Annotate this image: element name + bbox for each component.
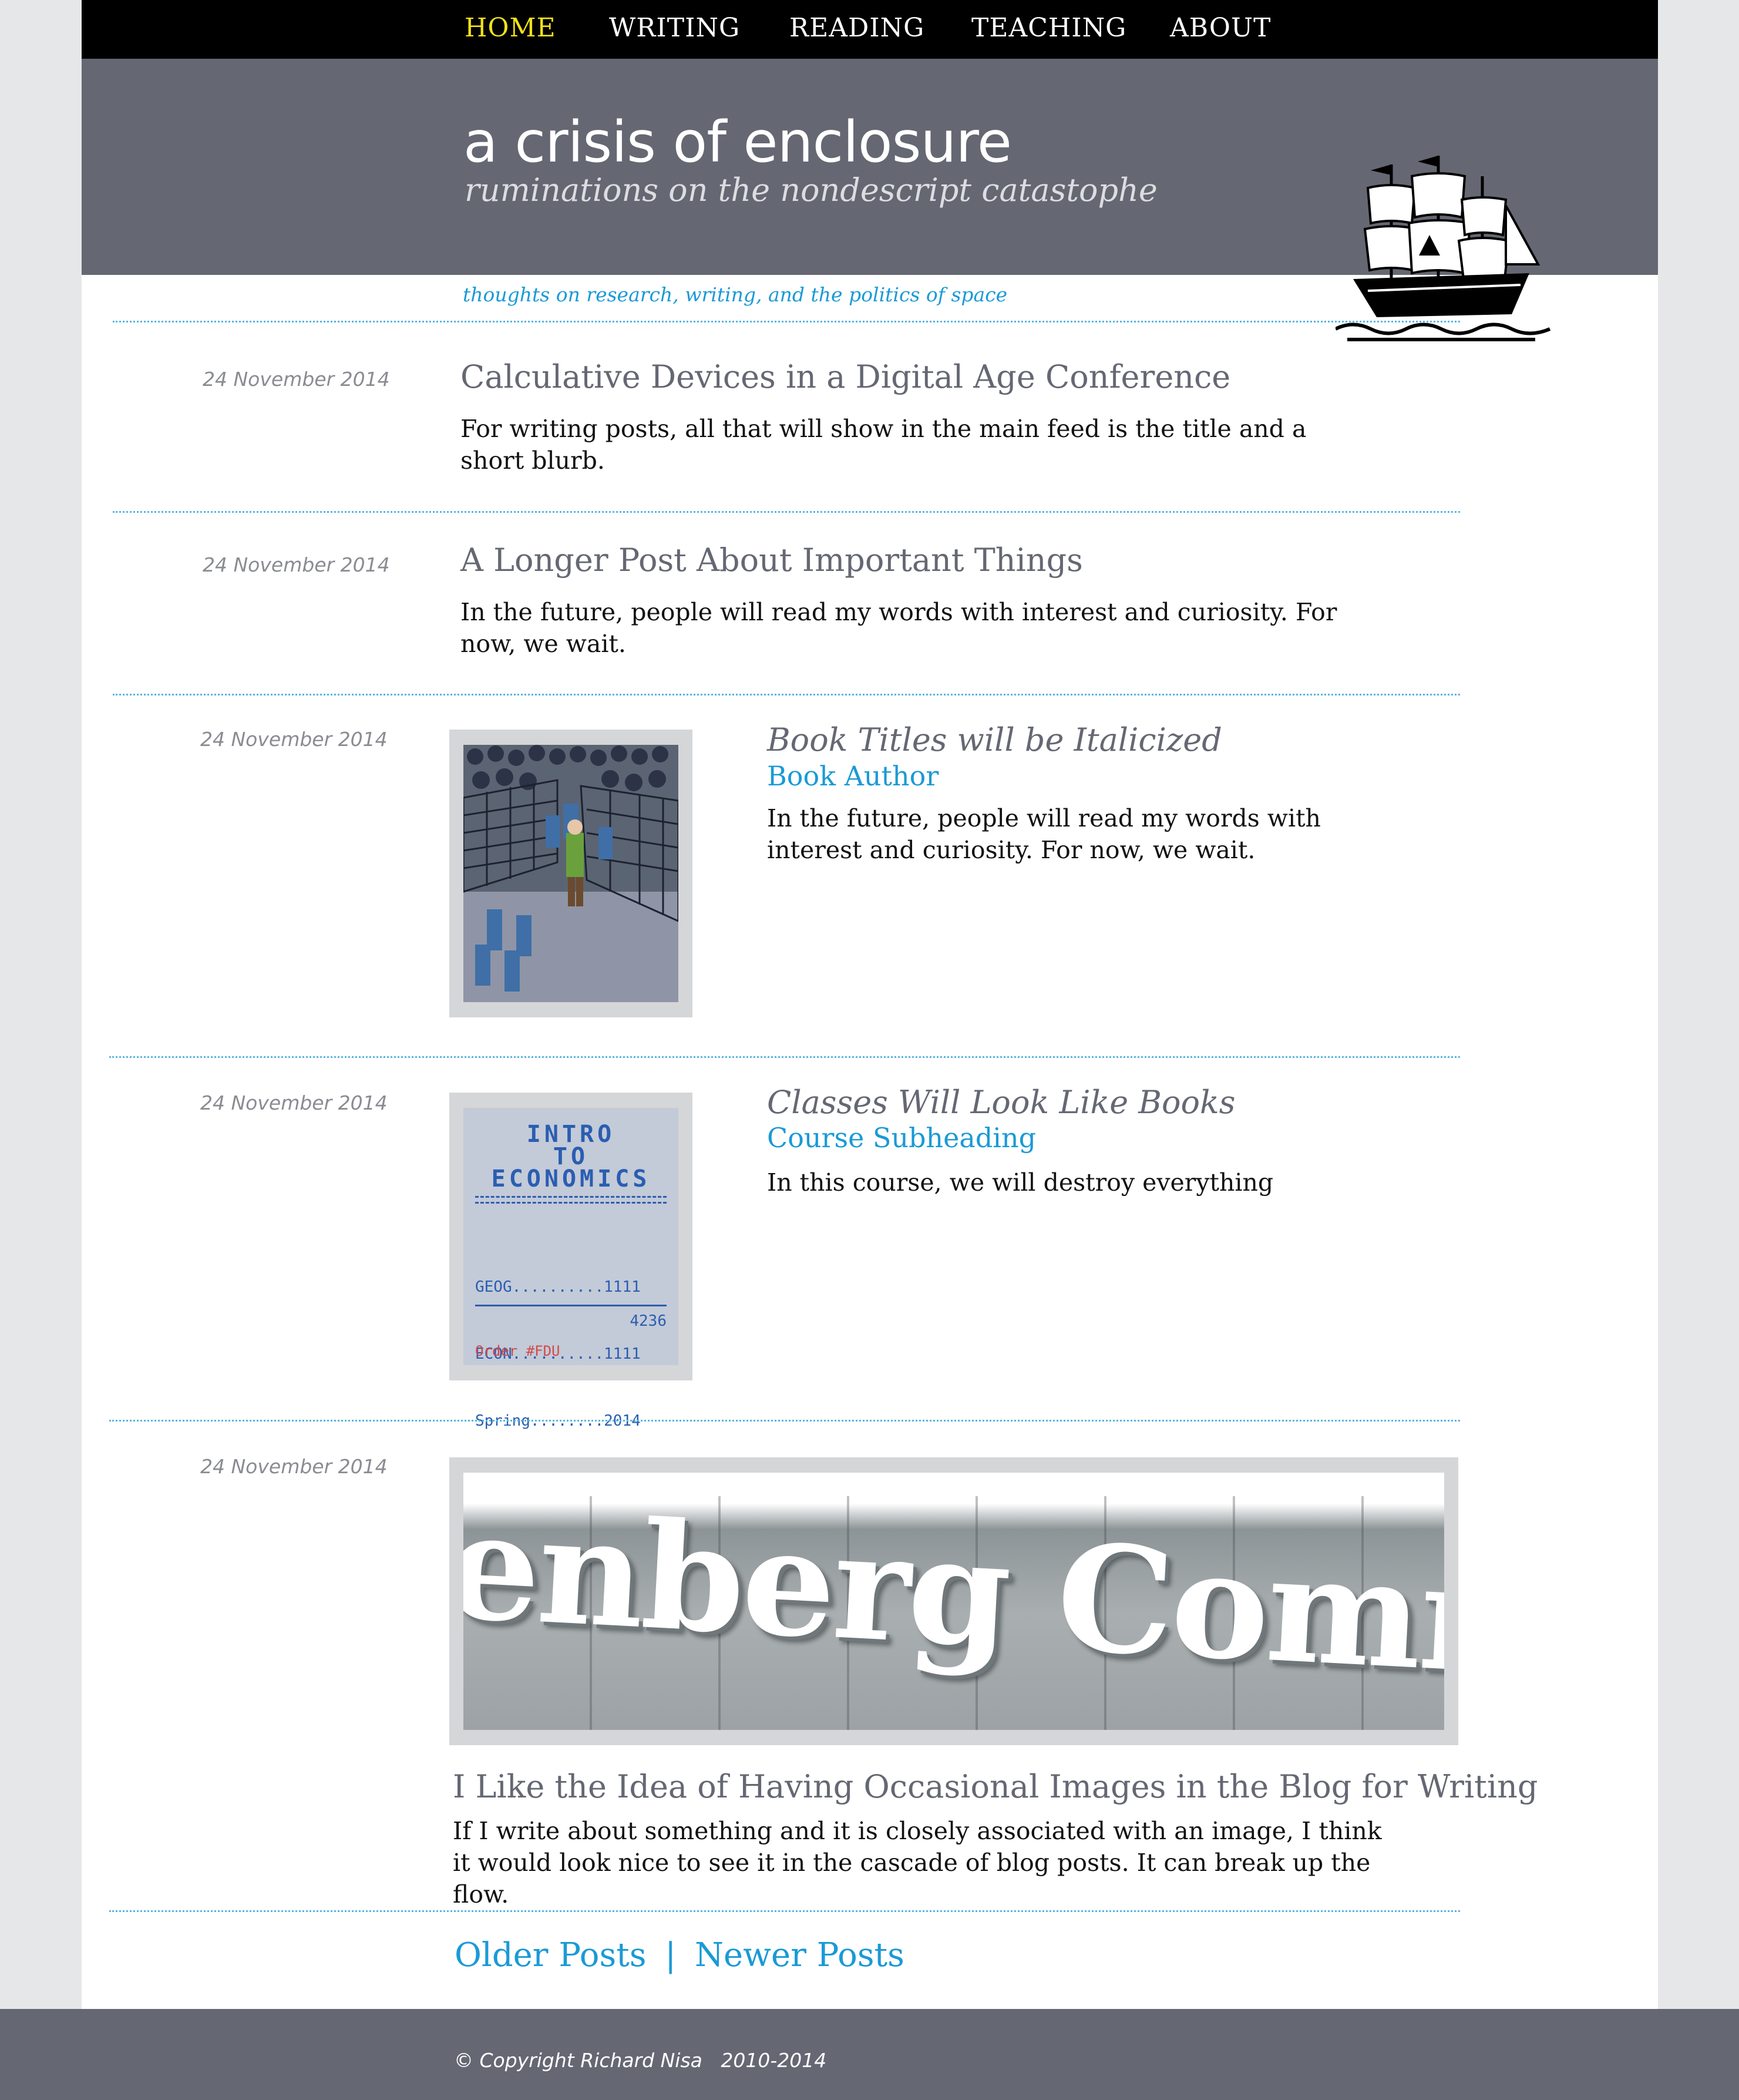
post-date: 24 November 2014 — [200, 1091, 388, 1114]
newer-posts-link[interactable]: Newer Posts — [695, 1936, 904, 1974]
post-date: 24 November 2014 — [203, 368, 390, 391]
post-date: 24 November 2014 — [200, 728, 388, 751]
course-title-link[interactable]: Classes Will Look Like Books — [767, 1084, 1235, 1121]
cover-line: ECONOMICS — [491, 1165, 651, 1192]
nav-about[interactable]: ABOUT — [1170, 13, 1271, 43]
site-footer — [0, 2009, 1739, 2100]
nav-home[interactable]: HOME — [465, 13, 556, 43]
cover-order: Order #FDU — [475, 1343, 560, 1359]
cover-row: GEOG..........1111 — [475, 1278, 641, 1296]
post-date: 24 November 2014 — [200, 1455, 388, 1478]
site-tagline: thoughts on research, writing, and the p… — [463, 283, 1008, 306]
site-title[interactable]: a crisis of enclosure — [463, 109, 1012, 175]
post-title-link[interactable]: I Like the Idea of Having Occasional Ima… — [453, 1768, 1538, 1805]
top-navigation: HOME WRITING READING TEACHING ABOUT — [82, 0, 1658, 59]
post-blurb: In this course, we will destroy everythi… — [767, 1168, 1274, 1197]
course-subheading[interactable]: Course Subheading — [767, 1122, 1036, 1154]
cover-line: TO — [553, 1143, 589, 1170]
post-blurb: If I write about something and it is clo… — [453, 1817, 1382, 1909]
nav-writing[interactable]: WRITING — [609, 13, 740, 43]
nav-reading[interactable]: READING — [789, 13, 924, 43]
divider — [109, 1910, 1460, 1912]
divider — [109, 1056, 1460, 1058]
book-author[interactable]: Book Author — [767, 760, 939, 792]
cover-line: INTRO — [526, 1121, 615, 1148]
post-blurb: In the future, people will read my words… — [460, 598, 1337, 658]
divider — [113, 321, 1460, 322]
banner-image: enberg Community — [463, 1473, 1444, 1730]
course-cover-image: INTRO TO ECONOMICS GEOG..........1111 EC… — [463, 1108, 678, 1430]
pager-separator: | — [665, 1936, 677, 1974]
divider — [113, 511, 1460, 513]
divider — [109, 1420, 1460, 1422]
older-posts-link[interactable]: Older Posts — [455, 1936, 646, 1974]
book-title-link[interactable]: Book Titles will be Italicized — [767, 721, 1222, 758]
divider — [113, 694, 1460, 695]
site-subtitle: ruminations on the nondescript catastoph… — [465, 172, 1158, 209]
pagination: Older Posts | Newer Posts — [455, 1936, 904, 1974]
post-blurb: For writing posts, all that will show in… — [460, 415, 1307, 475]
cover-number: 4236 — [630, 1312, 667, 1330]
nav-teaching[interactable]: TEACHING — [971, 13, 1126, 43]
post-blurb: In the future, people will read my words… — [767, 804, 1321, 864]
book-cover-image — [463, 745, 678, 1002]
book-cover-frame[interactable] — [449, 730, 692, 1017]
banner-image-frame[interactable]: enberg Community — [449, 1457, 1458, 1745]
copyright-text: © Copyright Richard Nisa 2010-2014 — [454, 2049, 827, 2072]
post-date: 24 November 2014 — [203, 553, 390, 576]
post-title-link[interactable]: Calculative Devices in a Digital Age Con… — [460, 358, 1230, 395]
post-title-link[interactable]: A Longer Post About Important Things — [460, 542, 1083, 579]
course-cover-frame[interactable]: INTRO TO ECONOMICS GEOG..........1111 EC… — [449, 1093, 692, 1430]
site-header: a crisis of enclosure ruminations on the… — [82, 59, 1658, 341]
ship-icon — [1336, 156, 1551, 341]
